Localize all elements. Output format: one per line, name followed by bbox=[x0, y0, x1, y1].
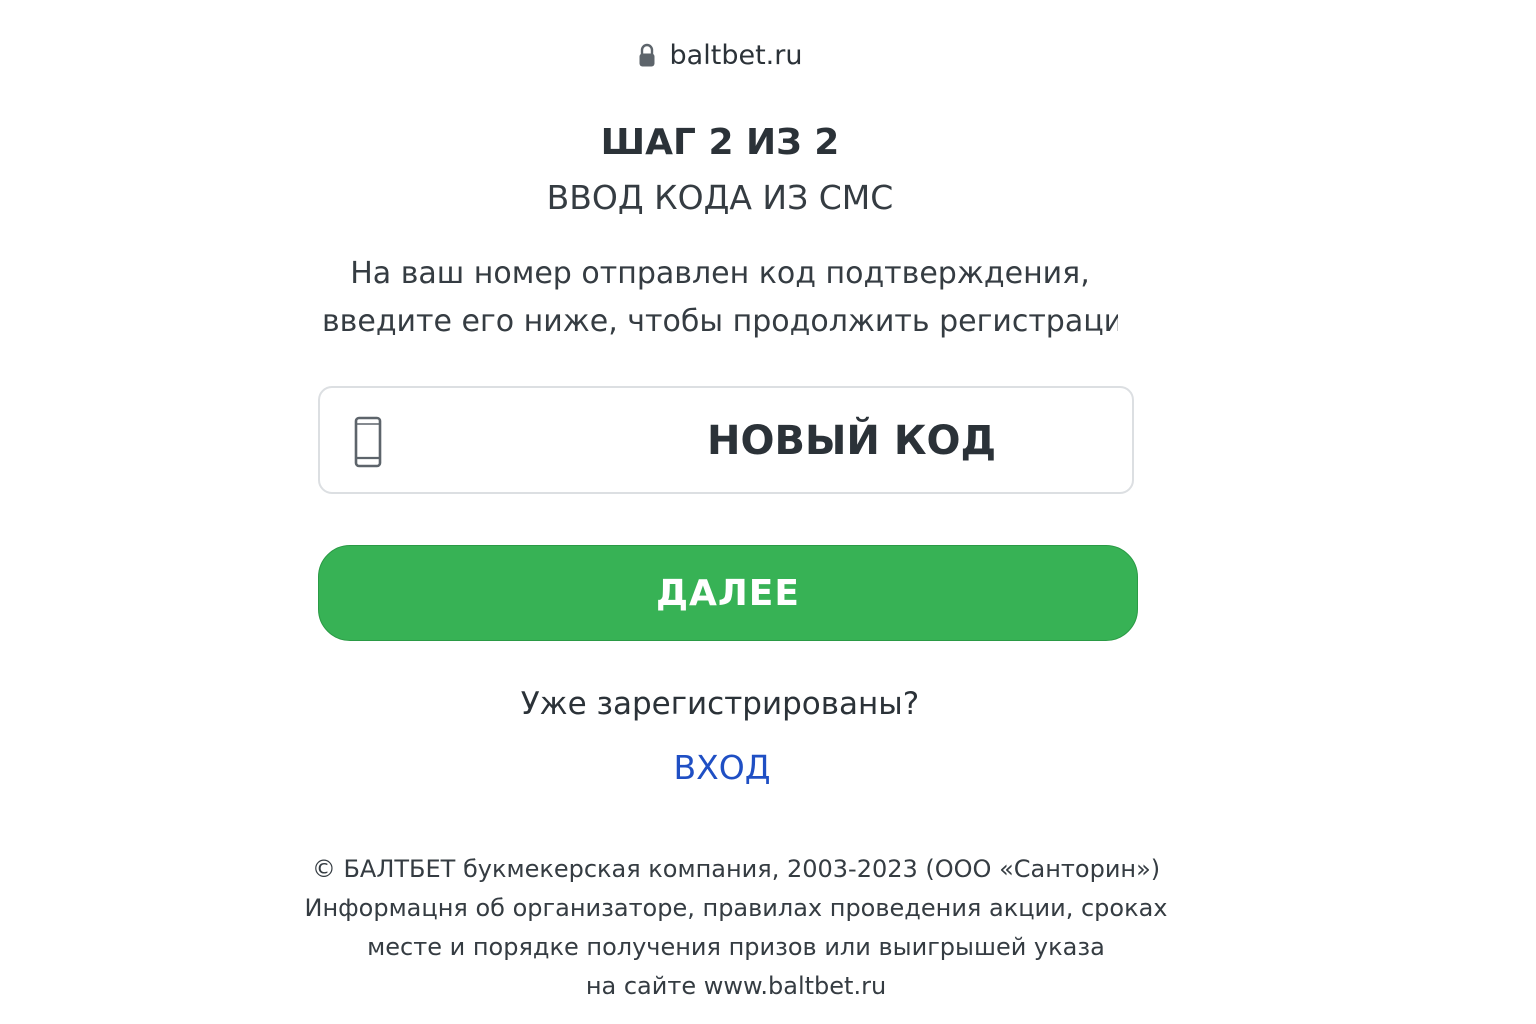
next-button[interactable]: ДАЛЕЕ bbox=[318, 545, 1138, 641]
url-bar[interactable]: baltbet.ru bbox=[0, 40, 1440, 71]
instruction-line-1: На ваш номер отправлен код подтверждения… bbox=[350, 256, 1090, 291]
phone-icon bbox=[354, 416, 382, 468]
lock-icon bbox=[638, 43, 656, 69]
footer-legal-text: © БАЛТБЕТ букмекерская компания, 2003-20… bbox=[0, 850, 1472, 1006]
sms-code-value: НОВЫЙ КОД bbox=[707, 418, 997, 464]
login-link[interactable]: ВХОД bbox=[0, 748, 1444, 787]
already-registered-text: Уже зарегистрированы? bbox=[520, 686, 920, 722]
instruction-line-2: введите его ниже, чтобы продолжить регис… bbox=[322, 304, 1118, 339]
step-subtitle: ВВОД КОДА ИЗ СМС bbox=[546, 178, 894, 217]
footer-line-3: месте и порядке получения призов или выи… bbox=[367, 933, 1105, 961]
instruction-text: На ваш номер отправлен код подтверждения… bbox=[322, 250, 1118, 346]
step-title: ШАГ 2 ИЗ 2 bbox=[600, 122, 840, 163]
footer-line-4: на сайте www.baltbet.ru bbox=[585, 972, 887, 1000]
registration-page: baltbet.ru ШАГ 2 ИЗ 2 ВВОД КОДА ИЗ СМС Н… bbox=[0, 0, 1536, 1024]
sms-code-input[interactable]: НОВЫЙ КОД bbox=[318, 386, 1134, 494]
footer-line-2: Информацня об организаторе, правилах про… bbox=[304, 894, 1168, 922]
footer-line-1: © БАЛТБЕТ букмекерская компания, 2003-20… bbox=[311, 855, 1161, 883]
url-text: baltbet.ru bbox=[669, 40, 803, 71]
